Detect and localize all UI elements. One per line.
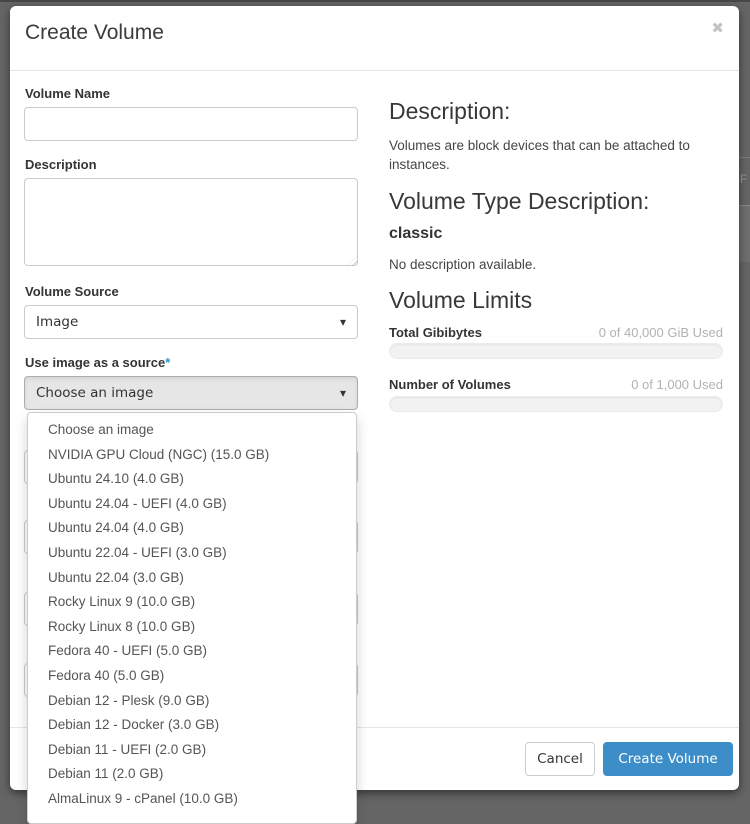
image-option[interactable]: Ubuntu 22.04 (3.0 GB) [28, 566, 356, 591]
limit-label: Total Gibibytes [389, 325, 482, 340]
description-label: Description [25, 157, 97, 172]
limit-label: Number of Volumes [389, 377, 511, 392]
description-text: Volumes are block devices that can be at… [389, 136, 704, 174]
image-source-select[interactable]: Choose an image ▾ [24, 376, 358, 410]
description-textarea[interactable] [24, 178, 358, 266]
image-option[interactable]: NVIDIA GPU Cloud (NGC) (15.0 GB) [28, 443, 356, 468]
image-option[interactable]: Debian 11 (2.0 GB) [28, 762, 356, 787]
volume-type-name: classic [389, 225, 442, 243]
modal-header: Create Volume ✖ [10, 6, 739, 71]
limit-usage: 0 of 40,000 GiB Used [599, 325, 723, 340]
description-heading: Description: [389, 98, 510, 125]
image-option[interactable]: Ubuntu 24.04 (4.0 GB) [28, 516, 356, 541]
image-option[interactable]: Fedora 40 (5.0 GB) [28, 664, 356, 689]
volume-name-input[interactable] [24, 107, 358, 141]
chevron-down-icon: ▾ [340, 377, 346, 409]
close-icon[interactable]: ✖ [709, 19, 726, 38]
volumes-progress-bar [389, 396, 723, 412]
background-page-text-fragment: F [740, 172, 747, 186]
background-page-divider [738, 205, 750, 206]
image-option[interactable]: Debian 12 - Docker (3.0 GB) [28, 713, 356, 738]
image-option[interactable]: Debian 11 - UEFI (2.0 GB) [28, 738, 356, 763]
required-marker: * [165, 355, 170, 370]
image-option[interactable]: AlmaLinux 9 - cPanel (10.0 GB) [28, 787, 356, 812]
volume-source-select[interactable]: Image ▾ [24, 305, 358, 339]
cancel-button[interactable]: Cancel [525, 742, 595, 776]
create-volume-button[interactable]: Create Volume [603, 742, 733, 776]
volume-type-heading: Volume Type Description: [389, 188, 649, 215]
volume-type-description: No description available. [389, 255, 536, 274]
image-source-label: Use image as a source* [25, 355, 170, 370]
volume-limits-heading: Volume Limits [389, 287, 532, 314]
image-option[interactable]: Ubuntu 22.04 - UEFI (3.0 GB) [28, 541, 356, 566]
image-option[interactable]: Debian 12 - Plesk (9.0 GB) [28, 689, 356, 714]
create-volume-modal: Create Volume ✖ Volume Name Description … [10, 6, 739, 790]
image-option[interactable]: Rocky Linux 8 (10.0 GB) [28, 615, 356, 640]
overlay-top-edge [0, 0, 750, 2]
background-page-element [738, 206, 750, 262]
volume-name-label: Volume Name [25, 86, 110, 101]
image-source-value: Choose an image [36, 385, 153, 401]
limit-row: Total Gibibytes 0 of 40,000 GiB Used [389, 325, 723, 340]
volume-source-label: Volume Source [25, 284, 119, 299]
volume-source-value: Image [36, 314, 78, 330]
modal-title: Create Volume [25, 21, 164, 45]
image-option[interactable]: Rocky Linux 9 (10.0 GB) [28, 590, 356, 615]
image-options-list: Choose an imageNVIDIA GPU Cloud (NGC) (1… [27, 412, 357, 824]
limit-row: Number of Volumes 0 of 1,000 Used [389, 377, 723, 392]
image-option[interactable]: Choose an image [28, 418, 356, 443]
limit-usage: 0 of 1,000 Used [631, 377, 723, 392]
chevron-down-icon: ▾ [340, 306, 346, 338]
image-option[interactable]: Fedora 40 - UEFI (5.0 GB) [28, 639, 356, 664]
image-option[interactable]: Ubuntu 24.04 - UEFI (4.0 GB) [28, 492, 356, 517]
image-option[interactable]: Ubuntu 24.10 (4.0 GB) [28, 467, 356, 492]
gibibytes-progress-bar [389, 343, 723, 359]
background-page-divider [738, 157, 750, 158]
